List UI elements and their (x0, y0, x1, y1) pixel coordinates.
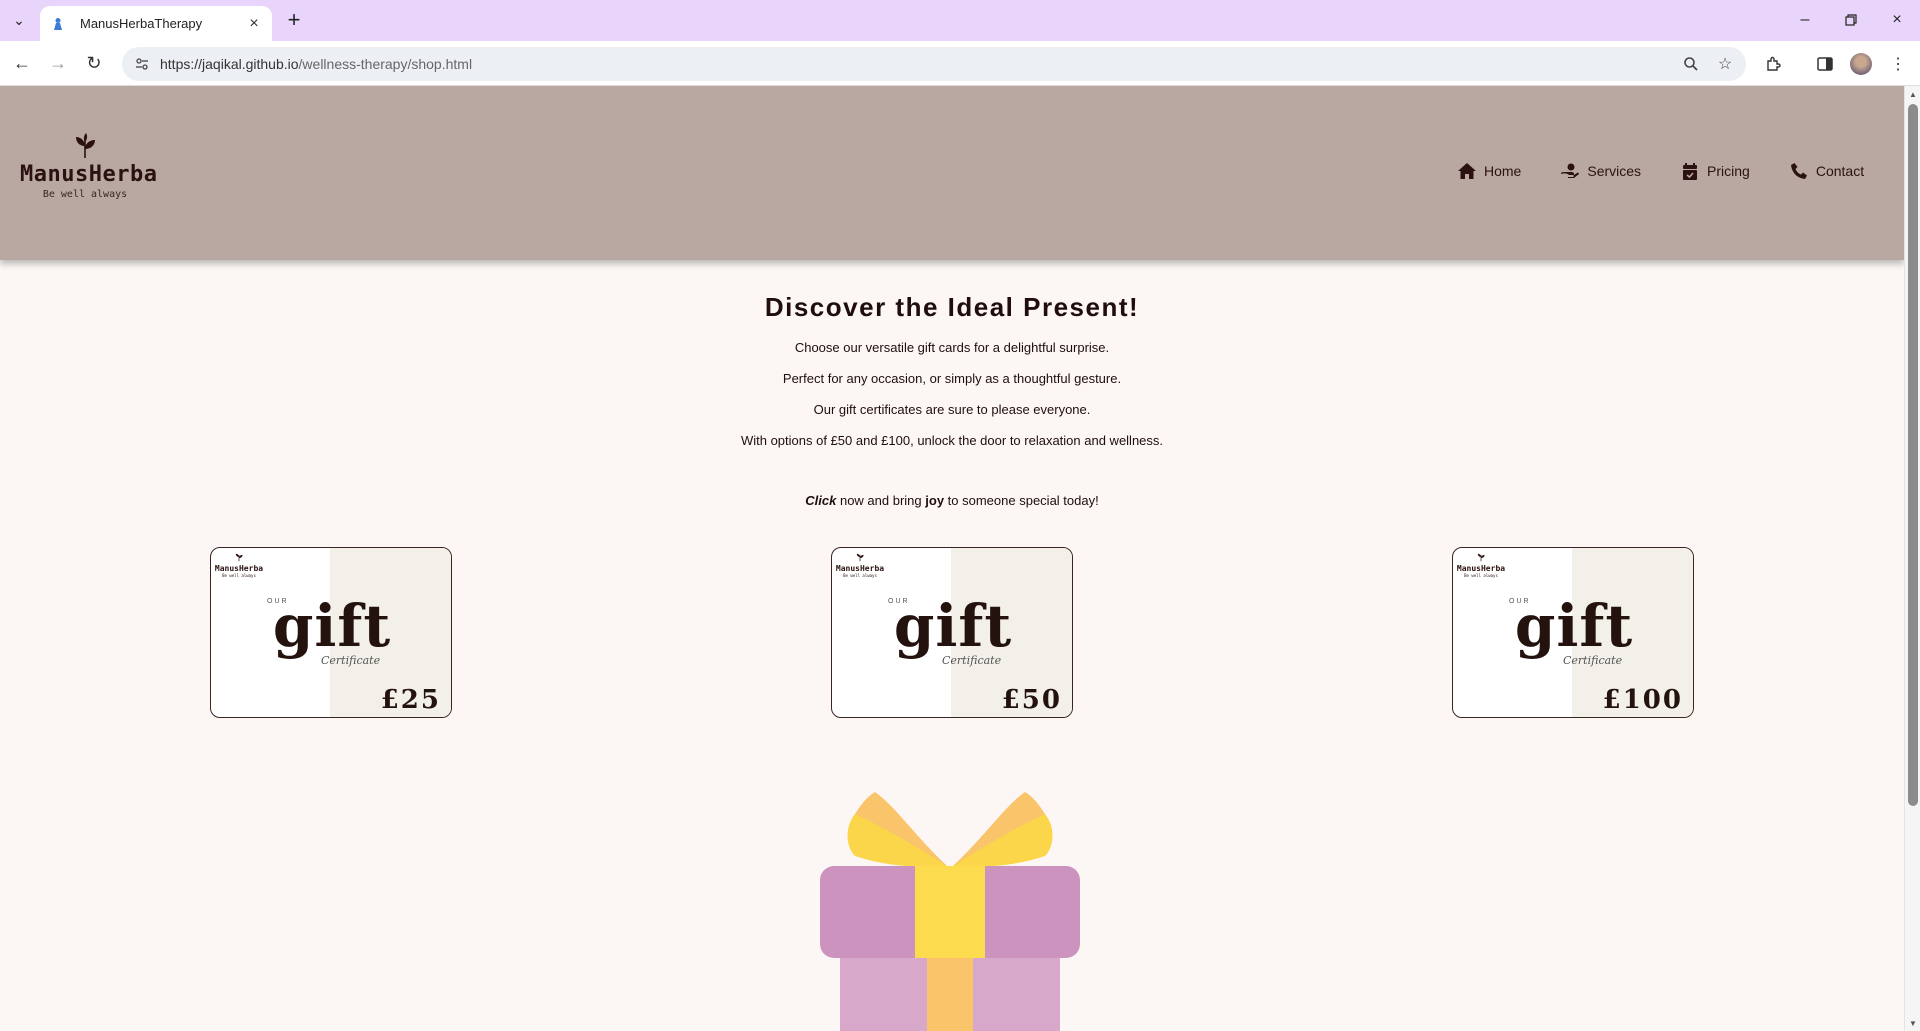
card-gift-word: gift (272, 592, 392, 660)
nav-pricing[interactable]: Pricing (1681, 162, 1750, 180)
card-logo: ManusHerba Be well always (214, 552, 264, 578)
hand-heart-icon (1561, 162, 1580, 180)
nav-pricing-label: Pricing (1707, 163, 1750, 179)
main-nav: Home Services Pricing Contact (1458, 162, 1864, 180)
nav-contact[interactable]: Contact (1790, 162, 1864, 180)
tab-search-icon[interactable]: ⌄ (8, 9, 30, 31)
card-certificate: Certificate (1563, 654, 1623, 667)
card-logo: ManusHerba Be well always (1456, 552, 1506, 578)
scroll-thumb[interactable] (1908, 104, 1918, 806)
address-bar[interactable]: https://jaqikal.github.io/wellness-thera… (122, 47, 1746, 81)
card-price: £100 (1602, 685, 1683, 715)
site-header: ManusHerba Be well always Home Services (0, 86, 1904, 260)
nav-home[interactable]: Home (1458, 162, 1521, 180)
kebab-menu-icon[interactable]: ⋮ (1885, 51, 1911, 77)
side-panel-icon[interactable] (1812, 51, 1838, 77)
nav-services-label: Services (1587, 163, 1642, 179)
cta-text: Click now and bring joy to someone speci… (805, 493, 1099, 508)
gift-card-25[interactable]: ManusHerba Be well always OUR gift Certif… (210, 547, 452, 718)
gift-card-50[interactable]: ManusHerba Be well always OUR gift Certif… (831, 547, 1073, 718)
page-viewport: ManusHerba Be well always Home Services (0, 86, 1904, 1031)
back-icon[interactable]: ← (8, 49, 36, 77)
card-gift-word: gift (893, 592, 1013, 660)
gift-card-100[interactable]: ManusHerba Be well always OUR gift Certif… (1452, 547, 1694, 718)
card-gift-word: gift (1514, 592, 1634, 660)
browser-toolbar: ← → ↻ https://jaqikal.github.io/wellness… (0, 41, 1920, 86)
intro-paragraph: Choose our versatile gift cards for a de… (794, 340, 1110, 355)
scroll-up-icon[interactable]: ▲ (1908, 89, 1918, 99)
forward-icon[interactable]: → (44, 49, 72, 77)
page-title: Discover the Ideal Present! (764, 292, 1140, 322)
card-price: £25 (380, 685, 441, 715)
url-text: https://jaqikal.github.io/wellness-thera… (160, 56, 473, 72)
phone-icon (1790, 162, 1808, 180)
plus-icon[interactable]: + (282, 7, 306, 32)
close-window-icon[interactable]: × (1882, 6, 1912, 34)
browser-tab[interactable]: ManusHerbaTherapy × (40, 6, 272, 41)
card-certificate: Certificate (942, 654, 1002, 667)
browser-tab-bar: ⌄ ManusHerbaTherapy × + – × (0, 0, 1920, 41)
card-logo: ManusHerba Be well always (835, 552, 885, 578)
home-icon (1458, 162, 1476, 180)
minimize-icon[interactable]: – (1790, 6, 1820, 34)
calendar-icon (1681, 162, 1699, 180)
site-info-icon[interactable] (130, 52, 154, 76)
reload-icon[interactable]: ↻ (80, 49, 108, 77)
profile-avatar[interactable] (1850, 53, 1872, 75)
nav-services[interactable]: Services (1561, 162, 1641, 180)
page-scrollbar[interactable]: ▲ ▼ (1904, 86, 1920, 1031)
intro-paragraph: Our gift certificates are sure to please… (813, 402, 1091, 417)
favicon-icon (50, 16, 66, 32)
nav-home-label: Home (1484, 163, 1522, 179)
extensions-icon[interactable] (1760, 51, 1786, 77)
card-certificate: Certificate (321, 654, 381, 667)
intro-paragraph: Perfect for any occasion, or simply as a… (782, 371, 1122, 386)
tab-title: ManusHerbaTherapy (80, 16, 203, 31)
site-logo[interactable]: ManusHerba Be well always (20, 132, 158, 200)
nav-contact-label: Contact (1815, 163, 1865, 179)
logo-name: ManusHerba (20, 162, 158, 187)
card-price: £50 (1001, 685, 1062, 715)
intro-section: Discover the Ideal Present! Choose our v… (0, 292, 1904, 523)
leaf-icon (71, 132, 99, 160)
intro-paragraph: With options of £50 and £100, unlock the… (740, 433, 1164, 448)
gift-box-illustration (820, 792, 1080, 1031)
star-icon[interactable]: ☆ (1712, 51, 1738, 77)
close-icon[interactable]: × (246, 15, 262, 32)
logo-tagline: Be well always (42, 189, 128, 200)
zoom-icon[interactable] (1678, 51, 1704, 77)
restore-icon[interactable] (1836, 6, 1866, 34)
scroll-down-icon[interactable]: ▼ (1908, 1018, 1918, 1028)
